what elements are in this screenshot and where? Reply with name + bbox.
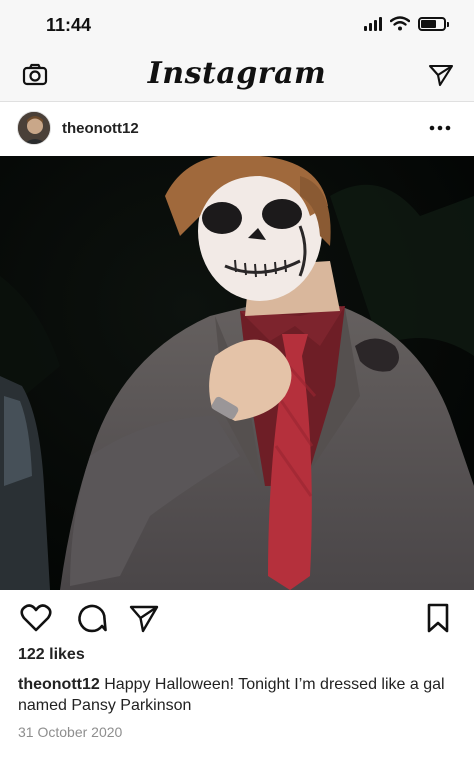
wifi-icon — [390, 16, 410, 31]
caption-username[interactable]: theonott12 — [18, 676, 100, 693]
cellular-signal-icon — [364, 16, 382, 31]
post-date: 31 October 2020 — [18, 724, 123, 740]
post-header: theonott12 — [0, 102, 474, 156]
paper-plane-icon[interactable] — [428, 63, 454, 87]
avatar[interactable] — [17, 111, 51, 145]
battery-icon — [418, 16, 449, 31]
bookmark-icon[interactable] — [422, 602, 454, 634]
status-icons — [364, 16, 449, 31]
post-username[interactable]: theonott12 — [62, 120, 139, 137]
post-caption: theonott12 Happy Halloween! Tonight I’m … — [18, 674, 458, 716]
instagram-logo[interactable]: Instagram — [0, 56, 474, 91]
paper-plane-icon[interactable] — [128, 602, 160, 634]
status-bar: 11:44 — [0, 0, 474, 50]
status-time: 11:44 — [46, 15, 92, 35]
likes-count[interactable]: 122 likes — [18, 646, 85, 664]
top-navigation-bar: Instagram — [0, 50, 474, 102]
comment-bubble-icon[interactable] — [76, 602, 108, 634]
more-dots-icon[interactable] — [428, 116, 452, 140]
post-image[interactable] — [0, 156, 474, 590]
heart-icon[interactable] — [20, 602, 52, 634]
post-action-bar — [0, 590, 474, 646]
battery-level-fill — [421, 19, 436, 28]
